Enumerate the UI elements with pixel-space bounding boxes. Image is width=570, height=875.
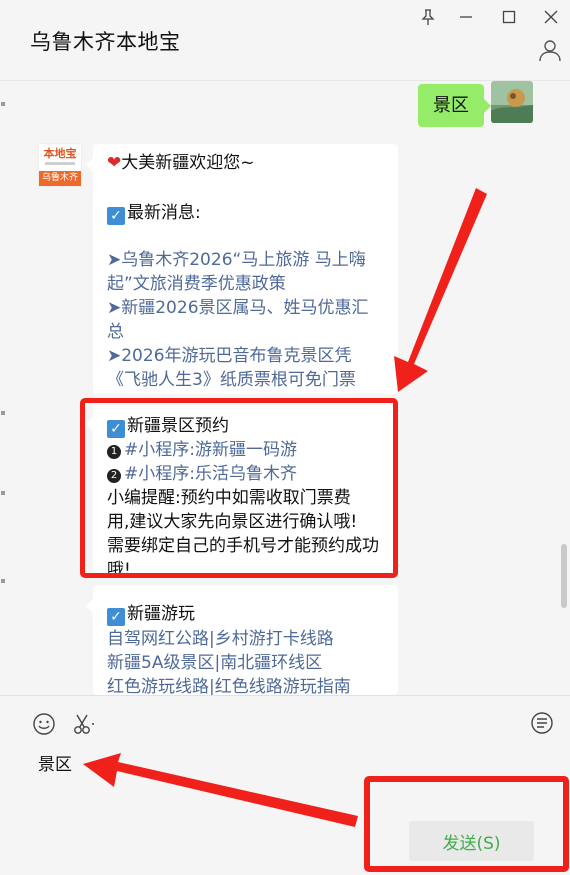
avatar-city-band: 乌鲁木齐 (39, 171, 81, 186)
travel-link[interactable]: 新疆5A级景区 (107, 653, 214, 673)
travel-link[interactable]: 南北疆环线区 (220, 653, 322, 673)
news-link[interactable]: 总 (107, 320, 124, 344)
checkbox-icon: ✓ (107, 207, 125, 225)
edge-dot (1, 411, 5, 415)
news-link[interactable]: ➤乌鲁木齐2026“马上旅游 马上嗨 (107, 248, 366, 272)
scissors-icon[interactable] (71, 711, 97, 737)
travel-header-text: 新疆游玩 (127, 604, 195, 624)
news-link[interactable]: ➤2026年游玩巴音布鲁克景区凭 (107, 344, 352, 368)
news-link[interactable]: 《飞驰人生3》纸质票根可免门票 (107, 368, 356, 392)
bot-avatar[interactable]: 本地宝 乌鲁木齐 (38, 143, 82, 187)
checkbox-icon: ✓ (107, 608, 125, 626)
scrollbar-thumb[interactable] (561, 544, 567, 608)
person-icon[interactable] (538, 38, 562, 62)
close-icon[interactable] (540, 6, 562, 28)
edge-dot (1, 491, 5, 495)
travel-link[interactable]: 自驾网红公路 (107, 629, 209, 649)
travel-row[interactable]: 红色游玩线路|红色线路游玩指南 (107, 675, 351, 695)
travel-link[interactable]: 红色线路游玩指南 (215, 677, 351, 695)
my-message-bubble[interactable]: 景区 (418, 84, 491, 127)
emoji-icon[interactable] (31, 711, 57, 737)
highlight-box (364, 776, 569, 872)
maximize-icon[interactable] (498, 6, 520, 28)
travel-link[interactable]: 红色游玩线路 (107, 677, 209, 695)
travel-row[interactable]: 新疆5A级景区|南北疆环线区 (107, 651, 322, 675)
travel-row[interactable]: 自驾网红公路|乡村游打卡线路 (107, 627, 334, 651)
news-header: ✓ 最新消息: (107, 201, 201, 225)
news-link[interactable]: ➤新疆2026景区属马、姓马优惠汇 (107, 296, 369, 320)
welcome-text: 大美新疆欢迎您~ (121, 153, 255, 173)
travel-header: ✓ 新疆游玩 (107, 602, 195, 626)
welcome-line: ❤大美新疆欢迎您~ (107, 151, 255, 175)
minimize-icon[interactable] (455, 6, 477, 28)
edge-dot (1, 579, 5, 583)
travel-link[interactable]: 乡村游打卡线路 (215, 629, 334, 649)
highlight-box (80, 398, 398, 578)
avatar-logo-url (45, 162, 75, 165)
my-avatar[interactable] (491, 81, 533, 123)
message-input[interactable]: 景区 (38, 753, 72, 777)
chat-area[interactable]: 景区 本地宝 乌鲁木齐 ❤大美新疆欢迎您~ ✓ 最新消息: ➤乌鲁木齐2026“马… (0, 81, 570, 695)
news-link[interactable]: 起”文旅消费季优惠政策 (107, 272, 286, 296)
heart-icon: ❤ (107, 153, 122, 173)
edge-dot (1, 102, 5, 106)
avatar-logo-text: 本地宝 (43, 147, 77, 160)
news-header-text: 最新消息: (127, 203, 201, 223)
pin-icon[interactable] (417, 6, 439, 28)
chat-title: 乌鲁木齐本地宝 (30, 30, 181, 54)
chat-history-icon[interactable] (529, 710, 555, 736)
